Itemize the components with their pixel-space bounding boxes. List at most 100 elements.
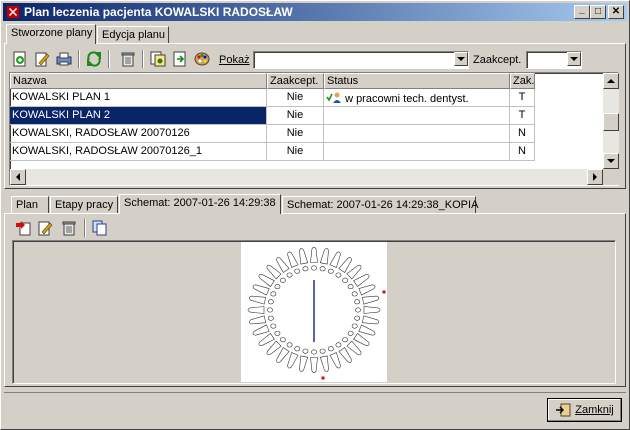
tab-edycja-planu[interactable]: Edycja planu bbox=[97, 26, 169, 44]
zamknij-button[interactable]: Zamknij bbox=[547, 398, 622, 422]
tab-schemat-1[interactable]: Schemat: 2007-01-26 14:29:38 bbox=[119, 194, 281, 214]
tooth[interactable] bbox=[287, 346, 301, 369]
palette-button[interactable] bbox=[192, 49, 212, 69]
table-row[interactable]: KOWALSKI PLAN 2 Nie T bbox=[10, 107, 535, 125]
tooth[interactable] bbox=[319, 248, 329, 272]
tooth[interactable] bbox=[354, 295, 380, 305]
scroll-down-button[interactable] bbox=[603, 153, 619, 169]
tooth[interactable] bbox=[355, 306, 381, 314]
tooth[interactable] bbox=[310, 349, 318, 374]
tooth[interactable] bbox=[335, 342, 352, 363]
scroll-up-button[interactable] bbox=[603, 73, 619, 89]
pokaz-dropdown-button[interactable] bbox=[454, 52, 468, 66]
tooth[interactable] bbox=[252, 284, 277, 297]
tooth[interactable] bbox=[276, 342, 293, 363]
edit-schema-icon bbox=[38, 221, 53, 236]
horizontal-scrollbar[interactable] bbox=[10, 169, 603, 185]
delete-schema-icon bbox=[62, 221, 76, 236]
delete-button[interactable] bbox=[118, 49, 138, 69]
tooth[interactable] bbox=[327, 251, 341, 274]
tooth[interactable] bbox=[335, 257, 352, 278]
tooth[interactable] bbox=[327, 346, 341, 369]
exit-icon bbox=[556, 403, 571, 417]
arrow-down-icon bbox=[607, 159, 615, 163]
tab-label: Stworzone plany bbox=[11, 27, 93, 39]
tooth[interactable] bbox=[299, 248, 309, 272]
tab-stworzone-plany[interactable]: Stworzone plany bbox=[6, 24, 96, 44]
tooth[interactable] bbox=[354, 315, 380, 325]
tooth[interactable] bbox=[351, 323, 376, 336]
splitter[interactable] bbox=[4, 189, 626, 193]
add-plan-button[interactable] bbox=[10, 49, 30, 69]
tooth[interactable] bbox=[266, 337, 286, 356]
tab-schemat-kopia[interactable]: Schemat: 2007-01-26 14:29:38_KOPIA bbox=[282, 196, 478, 214]
new-schema-icon bbox=[16, 221, 31, 236]
tooth[interactable] bbox=[342, 337, 362, 356]
cell-zak: T bbox=[510, 89, 535, 107]
table-row[interactable]: KOWALSKI PLAN 1 Nie w pracowni tech. den… bbox=[10, 89, 535, 107]
print-button[interactable] bbox=[54, 49, 74, 69]
cell-name: KOWALSKI PLAN 2 bbox=[10, 107, 267, 125]
tooth[interactable] bbox=[287, 251, 301, 274]
scroll-left-button[interactable] bbox=[10, 169, 26, 185]
app-icon bbox=[6, 5, 20, 19]
tooth[interactable] bbox=[351, 284, 376, 297]
delete-schema-button[interactable] bbox=[59, 218, 79, 238]
cell-status bbox=[324, 107, 510, 125]
close-button[interactable]: ✕ bbox=[608, 5, 624, 19]
tooth[interactable] bbox=[248, 315, 274, 325]
palette-icon bbox=[194, 52, 210, 66]
maximize-icon: □ bbox=[594, 6, 602, 17]
refresh-button[interactable] bbox=[84, 49, 104, 69]
tooth[interactable] bbox=[310, 246, 318, 271]
marker bbox=[382, 290, 386, 294]
export-button[interactable] bbox=[170, 49, 190, 69]
edit-schema-button[interactable] bbox=[35, 218, 55, 238]
copy-schema-button[interactable] bbox=[90, 218, 110, 238]
cell-status bbox=[324, 143, 510, 161]
cell-name: KOWALSKI, RADOSŁAW 20070126_1 bbox=[10, 143, 267, 161]
table-row[interactable]: KOWALSKI, RADOSŁAW 20070126 Nie N bbox=[10, 125, 535, 143]
cell-zak: N bbox=[510, 143, 535, 161]
tooth[interactable] bbox=[342, 264, 362, 283]
column-header-nazwa[interactable]: Nazwa bbox=[10, 73, 267, 89]
tooth[interactable] bbox=[319, 348, 329, 372]
pokaz-select[interactable] bbox=[253, 51, 469, 69]
column-header-zak[interactable]: Zak. bbox=[510, 73, 535, 89]
title-bar[interactable]: Plan leczenia pacjenta KOWALSKI RADOSŁAW… bbox=[3, 3, 627, 21]
edit-plan-icon bbox=[35, 52, 50, 67]
column-header-status[interactable]: Status bbox=[324, 73, 510, 89]
zaakcept-select[interactable] bbox=[526, 51, 582, 69]
status-text: w pracowni tech. dentyst. bbox=[345, 93, 469, 105]
tooth[interactable] bbox=[248, 295, 274, 305]
tab-label: Schemat: 2007-01-26 14:29:38 bbox=[124, 197, 276, 209]
toolbar-separator bbox=[142, 50, 144, 68]
tooth[interactable] bbox=[266, 264, 286, 283]
arrow-up-icon bbox=[607, 79, 615, 83]
add-plan-icon bbox=[13, 51, 26, 67]
cell-accepted: Nie bbox=[267, 143, 324, 161]
column-header-zaakcept[interactable]: Zaakcept. bbox=[267, 73, 324, 89]
delete-icon bbox=[121, 52, 135, 67]
new-schema-button[interactable] bbox=[13, 218, 33, 238]
tab-plan[interactable]: Plan bbox=[11, 196, 49, 214]
tooth[interactable] bbox=[247, 306, 273, 314]
vertical-scrollbar[interactable] bbox=[603, 73, 619, 169]
tooth[interactable] bbox=[276, 257, 293, 278]
tab-etapy-pracy[interactable]: Etapy pracy bbox=[50, 196, 118, 214]
dental-chart[interactable] bbox=[241, 242, 387, 382]
zaakcept-dropdown-button[interactable] bbox=[567, 52, 581, 66]
tooth[interactable] bbox=[252, 323, 277, 336]
table-row[interactable]: KOWALSKI, RADOSŁAW 20070126_1 Nie N bbox=[10, 143, 535, 161]
copy-icon bbox=[150, 51, 166, 67]
maximize-button[interactable]: □ bbox=[590, 5, 606, 19]
zamknij-label: Zamknij bbox=[575, 404, 614, 416]
copy-button[interactable] bbox=[148, 49, 168, 69]
vertical-scroll-thumb[interactable] bbox=[603, 113, 619, 131]
minimize-button[interactable]: _ bbox=[574, 5, 590, 19]
marker bbox=[321, 376, 325, 380]
tooth[interactable] bbox=[299, 348, 309, 372]
arrow-left-icon bbox=[16, 173, 20, 181]
scroll-right-button[interactable] bbox=[587, 169, 603, 185]
edit-plan-button[interactable] bbox=[32, 49, 52, 69]
